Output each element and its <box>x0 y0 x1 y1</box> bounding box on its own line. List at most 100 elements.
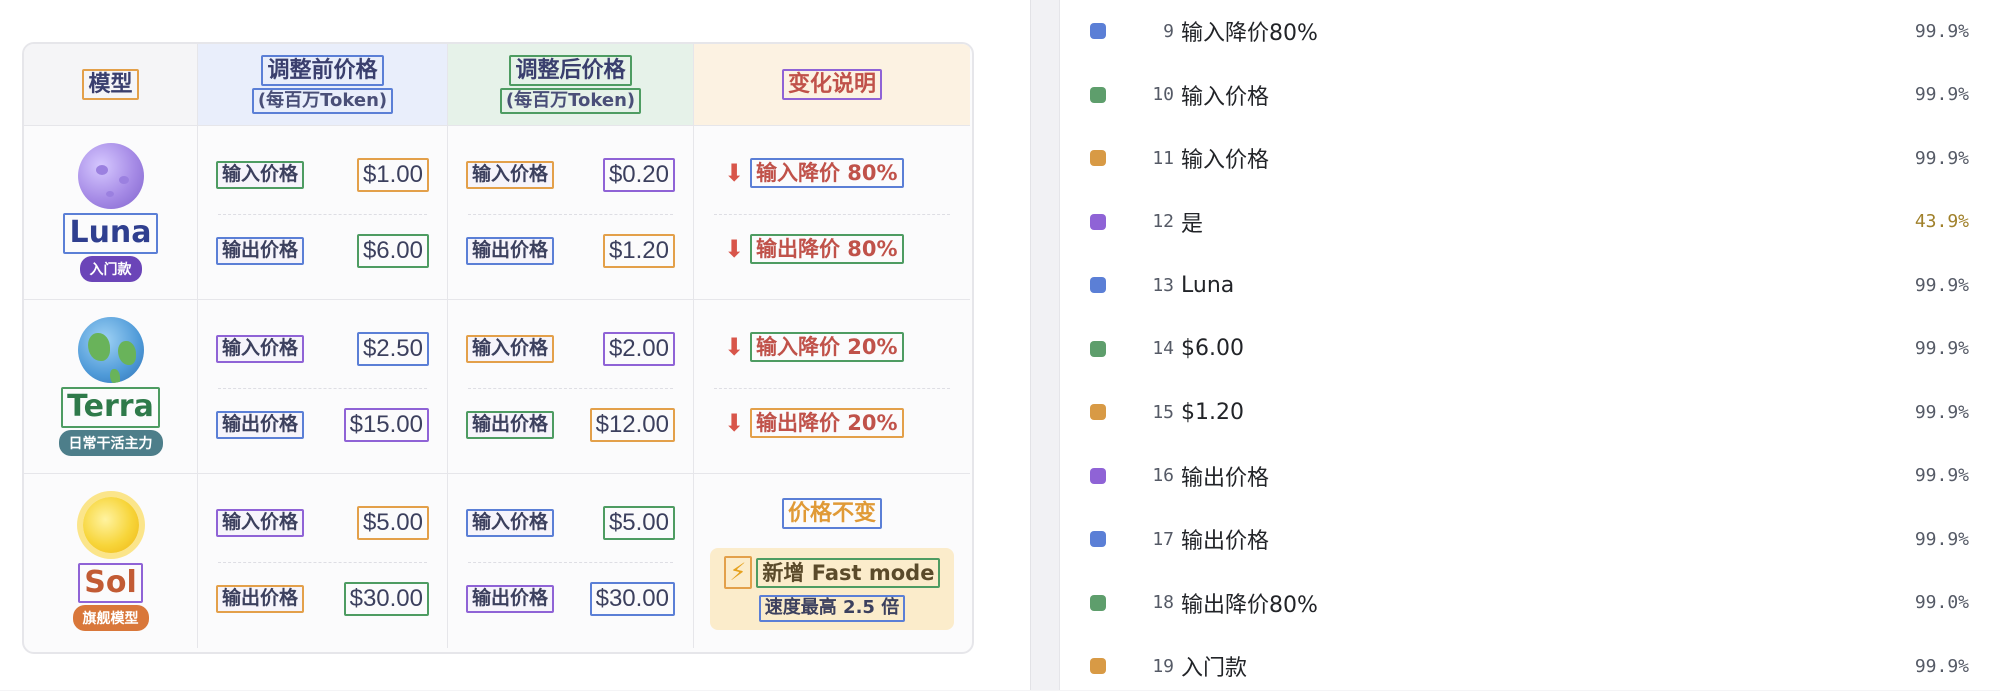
detection-label: 输入价格 <box>1181 84 1270 110</box>
price-value: $5.00 <box>602 506 675 540</box>
detection-index: 12 <box>1152 211 1174 232</box>
price-value: $30.00 <box>343 582 429 616</box>
detection-index: 11 <box>1152 147 1174 169</box>
header-model-label: 模型 <box>82 68 139 101</box>
detection-row[interactable]: 13 Luna 99.9% <box>1060 260 2000 310</box>
fast-mode-callout: ⚡ 新增 Fast mode 速度最高 2.5 倍 <box>710 548 954 630</box>
color-swatch-icon <box>1090 658 1106 674</box>
color-swatch-icon <box>1090 150 1106 166</box>
model-name-luna: Luna <box>63 213 158 254</box>
price-label: 输入价格 <box>466 160 555 189</box>
after-price-terra: 输入价格 $2.00 输出价格 $12.00 <box>448 300 694 474</box>
detection-row[interactable]: 19 入门款 99.9% <box>1060 641 2000 691</box>
sun-icon <box>82 496 139 553</box>
detection-label: $6.00 <box>1181 336 1244 361</box>
price-label: 输入价格 <box>216 160 305 189</box>
detection-row[interactable]: 16 输出价格 99.9% <box>1060 451 2000 501</box>
detection-confidence: 99.9% <box>1914 84 1969 105</box>
after-price-sol: 输入价格 $5.00 输出价格 $30.00 <box>448 474 694 648</box>
detection-row[interactable]: 17 输出价格 99.9% <box>1060 514 2000 564</box>
detection-index: 10 <box>1152 84 1174 105</box>
color-swatch-icon <box>1090 340 1106 357</box>
detection-label: 是 <box>1181 211 1204 237</box>
detection-label: 入门款 <box>1181 656 1248 681</box>
detection-confidence: 99.9% <box>1914 338 1969 359</box>
divider <box>714 388 950 389</box>
detection-label: Luna <box>1181 272 1235 298</box>
divider <box>468 388 673 389</box>
divider <box>468 214 673 215</box>
change-text: 输出降价 20% <box>750 408 904 439</box>
color-swatch-icon <box>1090 404 1106 420</box>
detection-label: 输出价格 <box>1181 529 1270 554</box>
detection-confidence: 99.0% <box>1914 592 1969 613</box>
detection-row[interactable]: 9 输入降价80% 99.9% <box>1060 6 2000 56</box>
model-cell-luna: Luna 入门款 <box>24 126 198 300</box>
earth-icon <box>77 317 144 384</box>
detection-confidence: 43.9% <box>1914 211 1969 232</box>
model-cell-terra: Terra 日常干活主力 <box>24 300 198 474</box>
divider <box>468 562 673 563</box>
detection-label: 输入降价80% <box>1181 21 1318 46</box>
detection-label: 输入价格 <box>1181 148 1270 173</box>
model-tag-sol: 旗舰模型 <box>72 605 149 632</box>
price-value: $6.00 <box>356 234 429 268</box>
color-swatch-icon <box>1090 213 1106 230</box>
detection-list[interactable]: 9 输入降价80% 99.9% 10 输入价格 99.9% 11 输入价格 99.9% 12 是 43… <box>1059 0 2000 690</box>
price-value: $30.00 <box>589 582 675 616</box>
price-value: $5.00 <box>356 506 429 540</box>
detection-index: 14 <box>1152 338 1174 359</box>
price-label: 输出价格 <box>466 410 555 439</box>
change-sol: 价格不变 ⚡ 新增 Fast mode 速度最高 2.5 倍 <box>694 474 970 648</box>
detection-row[interactable]: 11 输入价格 99.9% <box>1060 133 2000 183</box>
arrow-down-icon: ⬇ <box>724 235 745 264</box>
color-swatch-icon <box>1090 23 1106 39</box>
detection-index: 19 <box>1152 655 1174 677</box>
detection-row[interactable]: 12 是 43.9% <box>1060 197 2000 247</box>
pricing-panel: 模型 调整前价格 (每百万Token) 调整后价格 (每百万Token) 变化说… <box>0 0 1030 690</box>
header-after-price: 调整后价格 (每百万Token) <box>448 44 694 126</box>
fast-mode-title: 新增 Fast mode <box>756 557 941 588</box>
color-swatch-icon <box>1090 467 1106 484</box>
price-label: 输出价格 <box>466 584 555 613</box>
after-price-luna: 输入价格 $0.20 输出价格 $1.20 <box>448 126 694 300</box>
detection-index: 16 <box>1152 465 1174 486</box>
divider <box>714 214 950 215</box>
model-cell-sol: Sol 旗舰模型 <box>24 474 198 648</box>
divider <box>218 562 427 563</box>
price-value: $12.00 <box>589 408 675 442</box>
detection-label: 输出降价80% <box>1181 592 1318 618</box>
detection-row[interactable]: 18 输出降价80% 99.0% <box>1060 578 2000 628</box>
detection-index: 17 <box>1152 528 1174 550</box>
detection-index: 13 <box>1152 274 1174 296</box>
lightning-bolt-icon: ⚡ <box>723 555 753 590</box>
detection-confidence: 99.9% <box>1914 274 1969 296</box>
detection-label: 输出价格 <box>1181 465 1270 491</box>
arrow-down-icon: ⬇ <box>724 333 745 362</box>
price-label: 输入价格 <box>466 334 555 363</box>
price-label: 输入价格 <box>466 508 555 537</box>
detection-row[interactable]: 10 输入价格 99.9% <box>1060 70 2000 120</box>
header-after-title: 调整后价格 <box>509 54 632 86</box>
detection-row[interactable]: 14 $6.00 99.9% <box>1060 324 2000 374</box>
price-label: 输出价格 <box>216 410 305 439</box>
header-before-title: 调整前价格 <box>261 54 384 86</box>
color-swatch-icon <box>1090 531 1106 547</box>
detection-index: 18 <box>1152 592 1174 613</box>
divider <box>218 214 427 215</box>
change-luna: ⬇ 输入降价 80% ⬇ 输出降价 80% <box>694 126 970 300</box>
price-label: 输入价格 <box>216 334 305 363</box>
price-value: $1.00 <box>356 158 429 192</box>
price-label: 输入价格 <box>216 508 305 537</box>
detection-row[interactable]: 15 $1.20 99.9% <box>1060 387 2000 437</box>
change-text: 输入降价 20% <box>750 332 904 363</box>
panel-divider <box>1030 0 1059 690</box>
price-value: $1.20 <box>602 234 675 268</box>
header-before-sub: (每百万Token) <box>251 87 394 115</box>
header-before-price: 调整前价格 (每百万Token) <box>198 44 448 126</box>
model-tag-terra: 日常干活主力 <box>58 429 163 456</box>
detection-confidence: 99.9% <box>1914 147 1969 169</box>
header-change-label: 变化说明 <box>781 68 882 101</box>
color-swatch-icon <box>1090 594 1106 611</box>
detection-confidence: 99.9% <box>1914 655 1969 677</box>
